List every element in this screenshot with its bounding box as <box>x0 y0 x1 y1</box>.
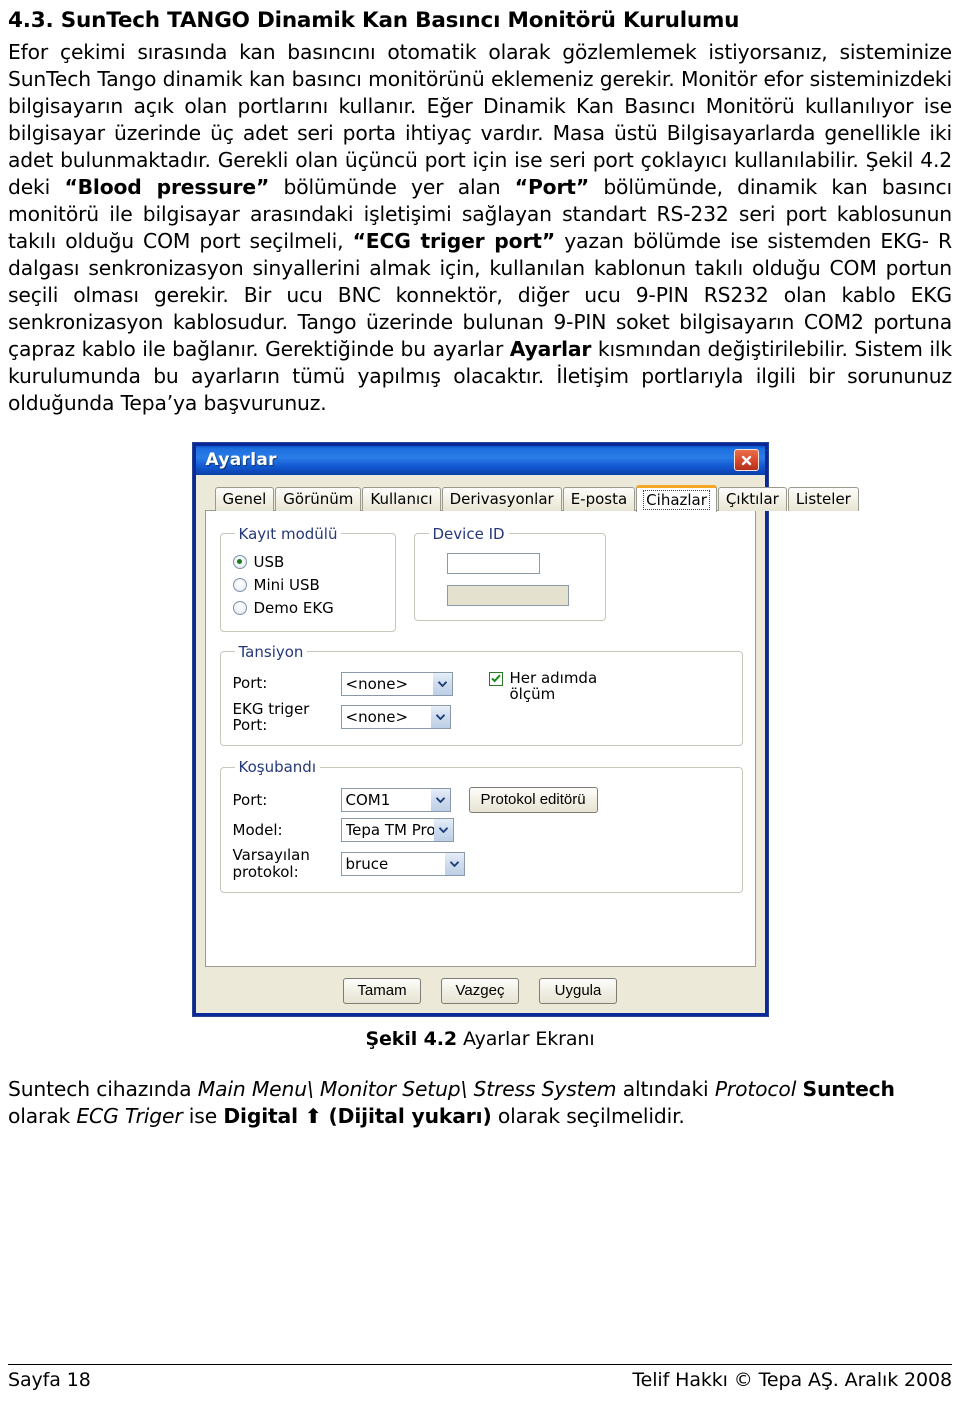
par1-text-2: bölümünde yer alan <box>269 174 515 199</box>
radio-mini-usb-label: Mini USB <box>253 575 320 594</box>
combo-kosubandi-port[interactable]: COM1 <box>340 788 451 813</box>
label-tansiyon-port: Port: <box>232 674 268 693</box>
trailer-bold-suntech: Suntech <box>802 1076 895 1101</box>
tab-listeler[interactable]: Listeler <box>787 486 859 511</box>
document-page: 4.3. SunTech TANGO Dinamik Kan Basıncı M… <box>0 0 960 1405</box>
trailer-text-1: Suntech cihazında <box>8 1076 198 1101</box>
combo-kosubandi-model[interactable]: Tepa TM Pro <box>340 818 454 843</box>
radio-usb-label: USB <box>253 552 285 571</box>
tab-cihazlar[interactable]: Cihazlar <box>636 484 717 512</box>
radio-option-demo-ekg[interactable]: Demo EKG <box>232 598 385 617</box>
row-tansiyon-ekg-triger-port: EKG triger Port: <none> <box>232 699 453 735</box>
label-kosubandi-varsayilan-protokol: Varsayılan protokol: <box>232 846 310 882</box>
dialog-body: Genel Görünüm Kullanıcı Derivasyonlar E-… <box>196 475 859 1013</box>
trailer-text-6: olarak seçilmelidir. <box>491 1103 685 1128</box>
chevron-down-icon[interactable] <box>432 672 452 695</box>
par1-bold-blood-pressure: “Blood pressure” <box>64 174 270 199</box>
dialog-title: Ayarlar <box>205 450 277 471</box>
tab-genel[interactable]: Genel <box>214 486 275 511</box>
row-kosubandi-varsayilan-protokol: Varsayılan protokol: bruce <box>233 847 732 881</box>
chevron-down-icon[interactable] <box>444 853 464 876</box>
footer-page-number: Sayfa 18 <box>8 1369 91 1391</box>
trailer-paragraph: Suntech cihazında Main Menu\ Monitor Set… <box>8 1076 952 1130</box>
figure-caption: Şekil 4.2 Ayarlar Ekranı <box>365 1028 594 1050</box>
combo-kosubandi-varsayilan-protokol[interactable]: bruce <box>340 852 465 877</box>
tabpanel-cihazlar: Kayıt modülü USB Mini USB Demo EKG Devic… <box>204 509 756 967</box>
par1-bold-ayarlar: Ayarlar <box>509 336 592 361</box>
dialog-titlebar[interactable]: Ayarlar <box>195 442 765 475</box>
trailer-italic-main-menu: Main Menu\ Monitor Setup\ Stress System <box>197 1076 617 1101</box>
group-tansiyon: Tansiyon Port: <none> EKG triger Port: <… <box>219 642 743 747</box>
row-kosubandi-port: Port: COM1 Protokol editörü <box>232 787 732 814</box>
combo-kosubandi-model-value: Tepa TM Pro <box>345 821 434 840</box>
figure-number: Şekil 4.2 <box>365 1027 458 1050</box>
combo-tansiyon-port-value: <none> <box>345 674 409 693</box>
checkbox-her-adimda-olcum[interactable]: Her adımda ölçüm <box>488 668 598 737</box>
row-kosubandi-model: Model: Tepa TM Pro <box>232 818 732 843</box>
checkbox-her-adimda-olcum-label: Her adımda ölçüm <box>509 668 598 704</box>
close-icon[interactable] <box>733 449 759 472</box>
combo-kosubandi-port-value: COM1 <box>345 791 391 810</box>
trailer-bold-digital: Digital ⬆ (Dijital yukarı) <box>223 1103 492 1128</box>
radio-demo-ekg-icon <box>232 600 247 615</box>
body-paragraph-1: Efor çekimi sırasında kan basıncını otom… <box>8 39 952 417</box>
chevron-down-icon[interactable] <box>433 819 453 842</box>
top-groups-row: Kayıt modülü USB Mini USB Demo EKG Devic… <box>219 524 743 632</box>
ok-button[interactable]: Tamam <box>343 977 421 1004</box>
settings-dialog: Ayarlar Genel Görünüm Kullanıcı Derivasy… <box>192 442 859 1016</box>
group-legend-device-id: Device ID <box>432 524 505 543</box>
tab-ciktilar[interactable]: Çıktılar <box>717 486 787 511</box>
tab-kullanici[interactable]: Kullanıcı <box>362 486 441 511</box>
trailer-italic-protocol: Protocol <box>714 1076 797 1101</box>
radio-demo-ekg-label: Demo EKG <box>253 598 334 617</box>
chevron-down-icon[interactable] <box>430 789 450 812</box>
trailer-text-5: ise <box>182 1103 224 1128</box>
figure-block: Ayarlar Genel Görünüm Kullanıcı Derivasy… <box>8 442 952 1050</box>
group-legend-tansiyon: Tansiyon <box>238 642 304 661</box>
page-title: 4.3. SunTech TANGO Dinamik Kan Basıncı M… <box>8 8 740 33</box>
combo-tansiyon-ekg-triger-port-value: <none> <box>345 708 409 727</box>
chevron-down-icon[interactable] <box>430 706 450 729</box>
par1-bold-ecg-triger-port: “ECG triger port” <box>352 228 556 253</box>
group-legend-kosubandi: Koşubandı <box>238 758 317 777</box>
row-tansiyon-port: Port: <none> <box>232 671 453 696</box>
device-id-readonly-field <box>446 584 569 606</box>
dialog-button-bar: Tamam Vazgeç Uygula <box>205 967 756 1004</box>
trailer-italic-ecg-triger: ECG Triger <box>76 1103 183 1128</box>
apply-button[interactable]: Uygula <box>539 977 617 1004</box>
trailer-text-4: olarak <box>8 1103 77 1128</box>
page-footer: Sayfa 18 Telif Hakkı © Tepa AŞ. Aralık 2… <box>8 1364 952 1391</box>
combo-kosubandi-varsayilan-protokol-value: bruce <box>345 855 389 874</box>
footer-copyright: Telif Hakkı © Tepa AŞ. Aralık 2008 <box>632 1369 952 1391</box>
device-id-input[interactable] <box>446 552 540 574</box>
group-device-id: Device ID <box>413 524 606 621</box>
combo-tansiyon-port[interactable]: <none> <box>340 671 453 696</box>
tab-gorunum[interactable]: Görünüm <box>275 486 362 511</box>
combo-tansiyon-ekg-triger-port[interactable]: <none> <box>340 705 451 730</box>
tab-e-posta[interactable]: E-posta <box>562 486 636 511</box>
par1-bold-port: “Port” <box>514 174 590 199</box>
checkmark-icon <box>488 671 503 686</box>
tab-derivasyonlar[interactable]: Derivasyonlar <box>441 486 562 511</box>
tabstrip: Genel Görünüm Kullanıcı Derivasyonlar E-… <box>205 484 859 512</box>
protokol-editoru-button[interactable]: Protokol editörü <box>468 787 598 814</box>
group-legend-kayit-modulu: Kayıt modülü <box>238 524 338 543</box>
radio-option-mini-usb[interactable]: Mini USB <box>232 575 385 594</box>
radio-mini-usb-icon <box>232 577 247 592</box>
group-kayit-modulu: Kayıt modülü USB Mini USB Demo EKG <box>219 524 396 632</box>
cancel-button[interactable]: Vazgeç <box>441 977 519 1004</box>
radio-usb-icon <box>232 554 247 569</box>
label-tansiyon-ekg-triger-port: EKG triger Port: <box>232 699 310 735</box>
label-kosubandi-port: Port: <box>232 790 268 809</box>
group-kosubandi: Koşubandı Port: COM1 Protokol editörü Mo… <box>219 758 743 893</box>
trailer-text-2: altındaki <box>616 1076 715 1101</box>
figure-caption-text: Ayarlar Ekranı <box>457 1027 595 1050</box>
radio-option-usb[interactable]: USB <box>232 552 385 571</box>
label-kosubandi-model: Model: <box>232 820 283 839</box>
